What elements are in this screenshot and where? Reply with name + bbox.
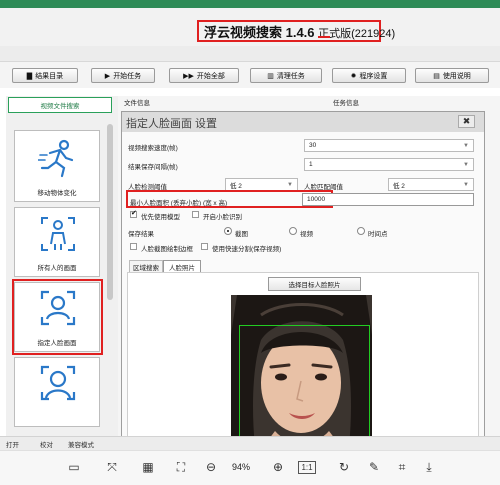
clear-tasks-button[interactable]: ▥ 清理任务	[250, 68, 322, 83]
person-scan-icon	[41, 217, 75, 251]
status-open[interactable]: 打开	[6, 439, 19, 449]
help-button[interactable]: ▤ 使用说明	[415, 68, 489, 83]
match-threshold-select[interactable]: 低 2 ▼	[388, 178, 474, 191]
save-screenshot-radio[interactable]	[224, 227, 232, 235]
speed-select[interactable]: 30 ▼	[304, 139, 474, 152]
menu-bar	[0, 46, 500, 62]
save-video-label: 视频	[300, 231, 313, 238]
app-title-edition: 正式版	[318, 28, 352, 40]
fast-split-label: 使用快速分割(保存视频)	[212, 246, 282, 253]
select-face-photo-button[interactable]: 选择目标人脸照片	[268, 277, 361, 291]
save-results-label: 保存结果	[128, 231, 154, 238]
running-person-icon	[38, 139, 74, 178]
chevron-down-icon: ▼	[463, 142, 469, 149]
actual-size-button[interactable]: 1:1	[298, 461, 316, 474]
app-title-main: 浮云视频搜索 1.4.6	[204, 25, 319, 40]
fast-split-checkbox[interactable]	[201, 243, 208, 250]
face-detection-box	[239, 325, 370, 449]
rotate-icon[interactable]: ↻	[336, 459, 352, 475]
column-file-info: 文件信息	[124, 100, 150, 107]
start-all-button[interactable]: ▶▶ 开始全部	[169, 68, 239, 83]
status-compat-mode[interactable]: 兼容模式	[68, 439, 94, 449]
prefer-model-checkbox[interactable]	[130, 209, 137, 218]
chevron-down-icon: ▼	[287, 181, 293, 188]
sidebar-header-video-search[interactable]: 视频文件搜索	[8, 97, 112, 113]
interval-label: 结果保存间隔(帧)	[128, 164, 178, 171]
dialog-close-button[interactable]: ✖	[458, 115, 475, 128]
draw-box-checkbox[interactable]	[130, 243, 137, 250]
filmstrip-icon[interactable]: ▭	[66, 459, 82, 475]
zoom-out-icon[interactable]: ⊖	[203, 459, 219, 475]
crop-icon[interactable]: ⌗	[394, 459, 410, 475]
tab-area-search[interactable]: 区域搜索	[129, 260, 163, 272]
sidebar-item-label: 所有人的画面	[37, 265, 77, 272]
save-video-radio[interactable]	[289, 227, 297, 235]
save-timepoint-label: 时间点	[368, 231, 388, 238]
title-red-mark	[318, 36, 330, 38]
sidebar-item-face-profile[interactable]	[14, 357, 100, 427]
min-face-label: 最小人脸面积 (丢弃小脸) (宽 x 高)	[130, 200, 228, 207]
sidebar-item-all-people[interactable]: 所有人的画面	[14, 207, 100, 277]
window-top-strip	[0, 0, 500, 8]
fast-forward-icon: ▶▶	[183, 72, 194, 80]
draw-box-label: 人脸截图绘制边框	[141, 246, 193, 253]
prefer-model-label: 优先使用模型	[141, 214, 180, 221]
app-title: 浮云视频搜索 1.4.6 正式版(221924)	[204, 22, 395, 41]
book-icon: ▤	[433, 72, 440, 80]
app-title-build: (221924)	[351, 28, 396, 40]
column-task-info: 任务信息	[333, 100, 359, 107]
dialog-title: 指定人脸画面 设置	[126, 118, 218, 130]
save-timepoint-radio[interactable]	[357, 227, 365, 235]
min-face-input[interactable]: 10000	[302, 193, 474, 206]
folder-icon: ▇	[26, 72, 33, 80]
save-screenshot-label: 截图	[235, 231, 248, 238]
tab-face-photo[interactable]: 人脸照片	[163, 260, 201, 272]
chevron-down-icon: ▼	[463, 161, 469, 168]
results-folder-button[interactable]: ▇ 结果目录	[12, 68, 78, 83]
sidebar-highlight-box	[12, 279, 103, 355]
gear-icon: ✹	[350, 72, 357, 80]
sidebar-item-motion[interactable]: 移动物体变化	[14, 130, 100, 202]
fit-screen-icon[interactable]: ⤧	[104, 459, 120, 475]
compare-icon[interactable]: ▦	[140, 459, 156, 475]
face-profile-icon	[40, 365, 76, 401]
status-proofread[interactable]: 校对	[40, 439, 53, 449]
small-face-label: 开启小脸识别	[203, 214, 242, 221]
trash-icon: ▥	[267, 72, 274, 80]
speed-label: 视频搜索速度(帧)	[128, 145, 178, 152]
start-task-button[interactable]: ▶ 开始任务	[91, 68, 155, 83]
settings-button[interactable]: ✹ 程序设置	[332, 68, 406, 83]
fullscreen-icon[interactable]: ⛶	[173, 459, 189, 475]
download-icon[interactable]: ⤓	[421, 459, 437, 475]
sidebar-scrollbar[interactable]	[107, 124, 113, 300]
small-face-checkbox[interactable]	[192, 211, 199, 218]
zoom-level: 94%	[232, 462, 251, 472]
play-icon: ▶	[104, 72, 111, 80]
sidebar-item-label: 移动物体变化	[37, 190, 77, 197]
interval-select[interactable]: 1 ▼	[304, 158, 474, 171]
close-icon: ✖	[462, 116, 471, 126]
chevron-down-icon: ▼	[463, 181, 469, 188]
edit-icon[interactable]: ✎	[366, 459, 382, 475]
zoom-in-icon[interactable]: ⊕	[270, 459, 286, 475]
